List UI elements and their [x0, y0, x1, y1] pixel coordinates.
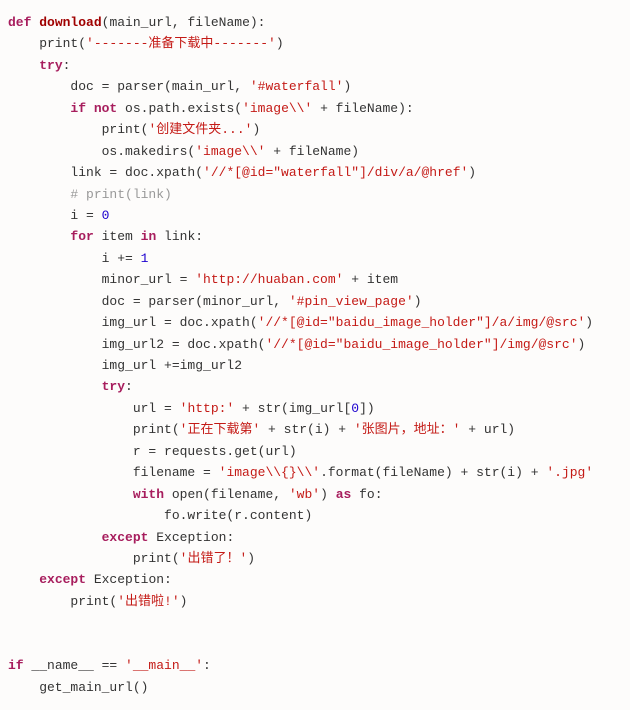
string: '创建文件夹...' [148, 122, 252, 137]
line: except Exception: [8, 572, 172, 587]
line: doc = parser(minor_url, '#pin_view_page'… [8, 294, 422, 309]
code-block: def download(main_url, fileName): print(… [8, 12, 622, 698]
line: i = 0 [8, 208, 109, 223]
line: print('出错了！') [8, 551, 255, 566]
keyword-def: def [8, 15, 31, 30]
string: 'image\\{}\\' [219, 465, 320, 480]
line: img_url2 = doc.xpath('//*[@id="baidu_ima… [8, 337, 585, 352]
line: filename = 'image\\{}\\'.format(fileName… [8, 465, 593, 480]
line: get_main_url() [8, 680, 148, 695]
keyword-except: except [39, 572, 86, 587]
line: doc = parser(main_url, '#waterfall') [8, 79, 351, 94]
keyword-if-not: if not [70, 101, 117, 116]
line: print('创建文件夹...') [8, 122, 260, 137]
line: minor_url = 'http://huaban.com' + item [8, 272, 398, 287]
line: fo.write(r.content) [8, 508, 312, 523]
keyword-if: if [8, 658, 24, 673]
keyword-for: for [70, 229, 93, 244]
keyword-as: as [336, 487, 352, 502]
string: '出错啦!' [117, 594, 179, 609]
keyword-except: except [102, 530, 149, 545]
line: img_url +=img_url2 [8, 358, 242, 373]
line: print('正在下载第' + str(i) + '张图片，地址：' + url… [8, 422, 515, 437]
string: '//*[@id="baidu_image_holder"]/img/@src' [265, 337, 577, 352]
comment: # print(link) [70, 187, 171, 202]
string: '#waterfall' [250, 79, 344, 94]
string: '.jpg' [546, 465, 593, 480]
keyword-with: with [133, 487, 164, 502]
string: '//*[@id="baidu_image_holder"]/a/img/@sr… [258, 315, 586, 330]
line: link = doc.xpath('//*[@id="waterfall"]/d… [8, 165, 476, 180]
keyword-in: in [141, 229, 157, 244]
string: 'wb' [289, 487, 320, 502]
string: 'image\\' [242, 101, 312, 116]
func-name: download [39, 15, 101, 30]
string: '张图片，地址：' [354, 422, 461, 437]
string: 'image\\' [195, 144, 265, 159]
line: print('-------准备下载中-------') [8, 36, 284, 51]
line: for item in link: [8, 229, 203, 244]
blank-line [8, 637, 16, 652]
string: '__main__' [125, 658, 203, 673]
line: try: [8, 58, 70, 73]
line: img_url = doc.xpath('//*[@id="baidu_imag… [8, 315, 593, 330]
line: try: [8, 379, 133, 394]
string: '//*[@id="waterfall"]/div/a/@href' [203, 165, 468, 180]
line: with open(filename, 'wb') as fo: [8, 487, 383, 502]
number: 1 [141, 251, 149, 266]
string: '出错了！' [180, 551, 248, 566]
keyword-try: try [102, 379, 125, 394]
line: if not os.path.exists('image\\' + fileNa… [8, 101, 414, 116]
line: # print(link) [8, 187, 172, 202]
line: if __name__ == '__main__': [8, 658, 211, 673]
number: 0 [351, 401, 359, 416]
string: 'http://huaban.com' [195, 272, 343, 287]
line: os.makedirs('image\\' + fileName) [8, 144, 359, 159]
string: '-------准备下载中-------' [86, 36, 276, 51]
line: def download(main_url, fileName): [8, 15, 265, 30]
string: 'http:' [180, 401, 235, 416]
line: r = requests.get(url) [8, 444, 297, 459]
string: '#pin_view_page' [289, 294, 414, 309]
line: print('出错啦!') [8, 594, 187, 609]
line: except Exception: [8, 530, 234, 545]
keyword-try: try [39, 58, 62, 73]
number: 0 [102, 208, 110, 223]
string: '正在下载第' [180, 422, 261, 437]
blank-line [8, 615, 16, 630]
line: i += 1 [8, 251, 148, 266]
line: url = 'http:' + str(img_url[0]) [8, 401, 375, 416]
